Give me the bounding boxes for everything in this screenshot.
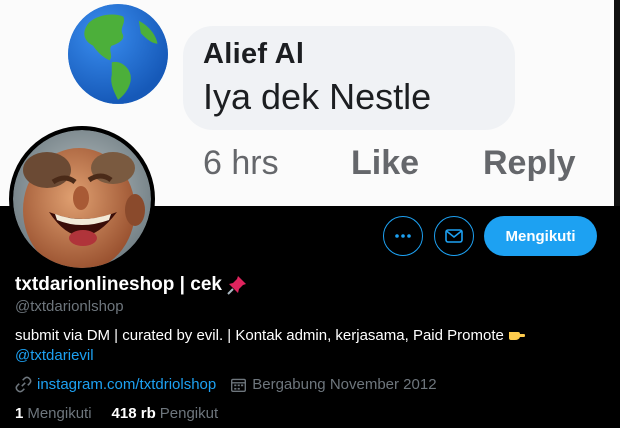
profile-website-link[interactable]: instagram.com/txtdriolshop bbox=[37, 376, 216, 393]
comment-reply: Reply bbox=[483, 144, 576, 182]
bio-text: submit via DM | curated by evil. | Konta… bbox=[15, 327, 504, 344]
calendar-icon bbox=[231, 378, 247, 392]
profile-display-name: txtdarionlineshop | cek bbox=[15, 274, 248, 296]
link-icon bbox=[15, 376, 32, 393]
profile-handle: @txtdarionlshop bbox=[15, 298, 124, 315]
following-label: Mengikuti bbox=[27, 405, 92, 422]
joined-date: Bergabung November 2012 bbox=[252, 376, 437, 393]
followers-count: 418 rb bbox=[111, 405, 156, 422]
comment-author: Alief Al bbox=[203, 38, 305, 70]
followers-stat[interactable]: 418 rb Pengikut bbox=[112, 405, 219, 422]
globe-avatar-icon bbox=[68, 4, 168, 104]
display-name-text: txtdarionlineshop | cek bbox=[15, 274, 222, 295]
pointing-hand-icon bbox=[509, 332, 525, 340]
pushpin-icon bbox=[227, 276, 246, 295]
comment-time: 6 hrs bbox=[203, 144, 279, 182]
mail-icon bbox=[445, 229, 463, 243]
profile-bio: submit via DM | curated by evil. | Konta… bbox=[15, 326, 595, 366]
bio-mention-link[interactable]: @txtdarievil bbox=[15, 347, 94, 364]
message-button[interactable] bbox=[434, 216, 474, 256]
profile-stats: 1 Mengikuti 418 rb Pengikut bbox=[15, 405, 238, 422]
followers-label: Pengikut bbox=[159, 405, 219, 422]
profile-meta: instagram.com/txtdriolshop Bergabung Nov… bbox=[15, 376, 437, 393]
following-count: 1 bbox=[15, 405, 24, 422]
more-icon bbox=[395, 234, 411, 238]
more-options-button[interactable] bbox=[383, 216, 423, 256]
profile-avatar[interactable] bbox=[9, 126, 155, 272]
following-button[interactable]: Mengikuti bbox=[484, 216, 597, 256]
comment-like: Like bbox=[351, 144, 420, 182]
comment-text: Iya dek Nestle bbox=[203, 76, 432, 117]
comment-bubble: Alief Al Iya dek Nestle bbox=[183, 26, 515, 130]
laughing-face-image bbox=[13, 130, 151, 268]
following-stat[interactable]: 1 Mengikuti bbox=[15, 405, 92, 422]
